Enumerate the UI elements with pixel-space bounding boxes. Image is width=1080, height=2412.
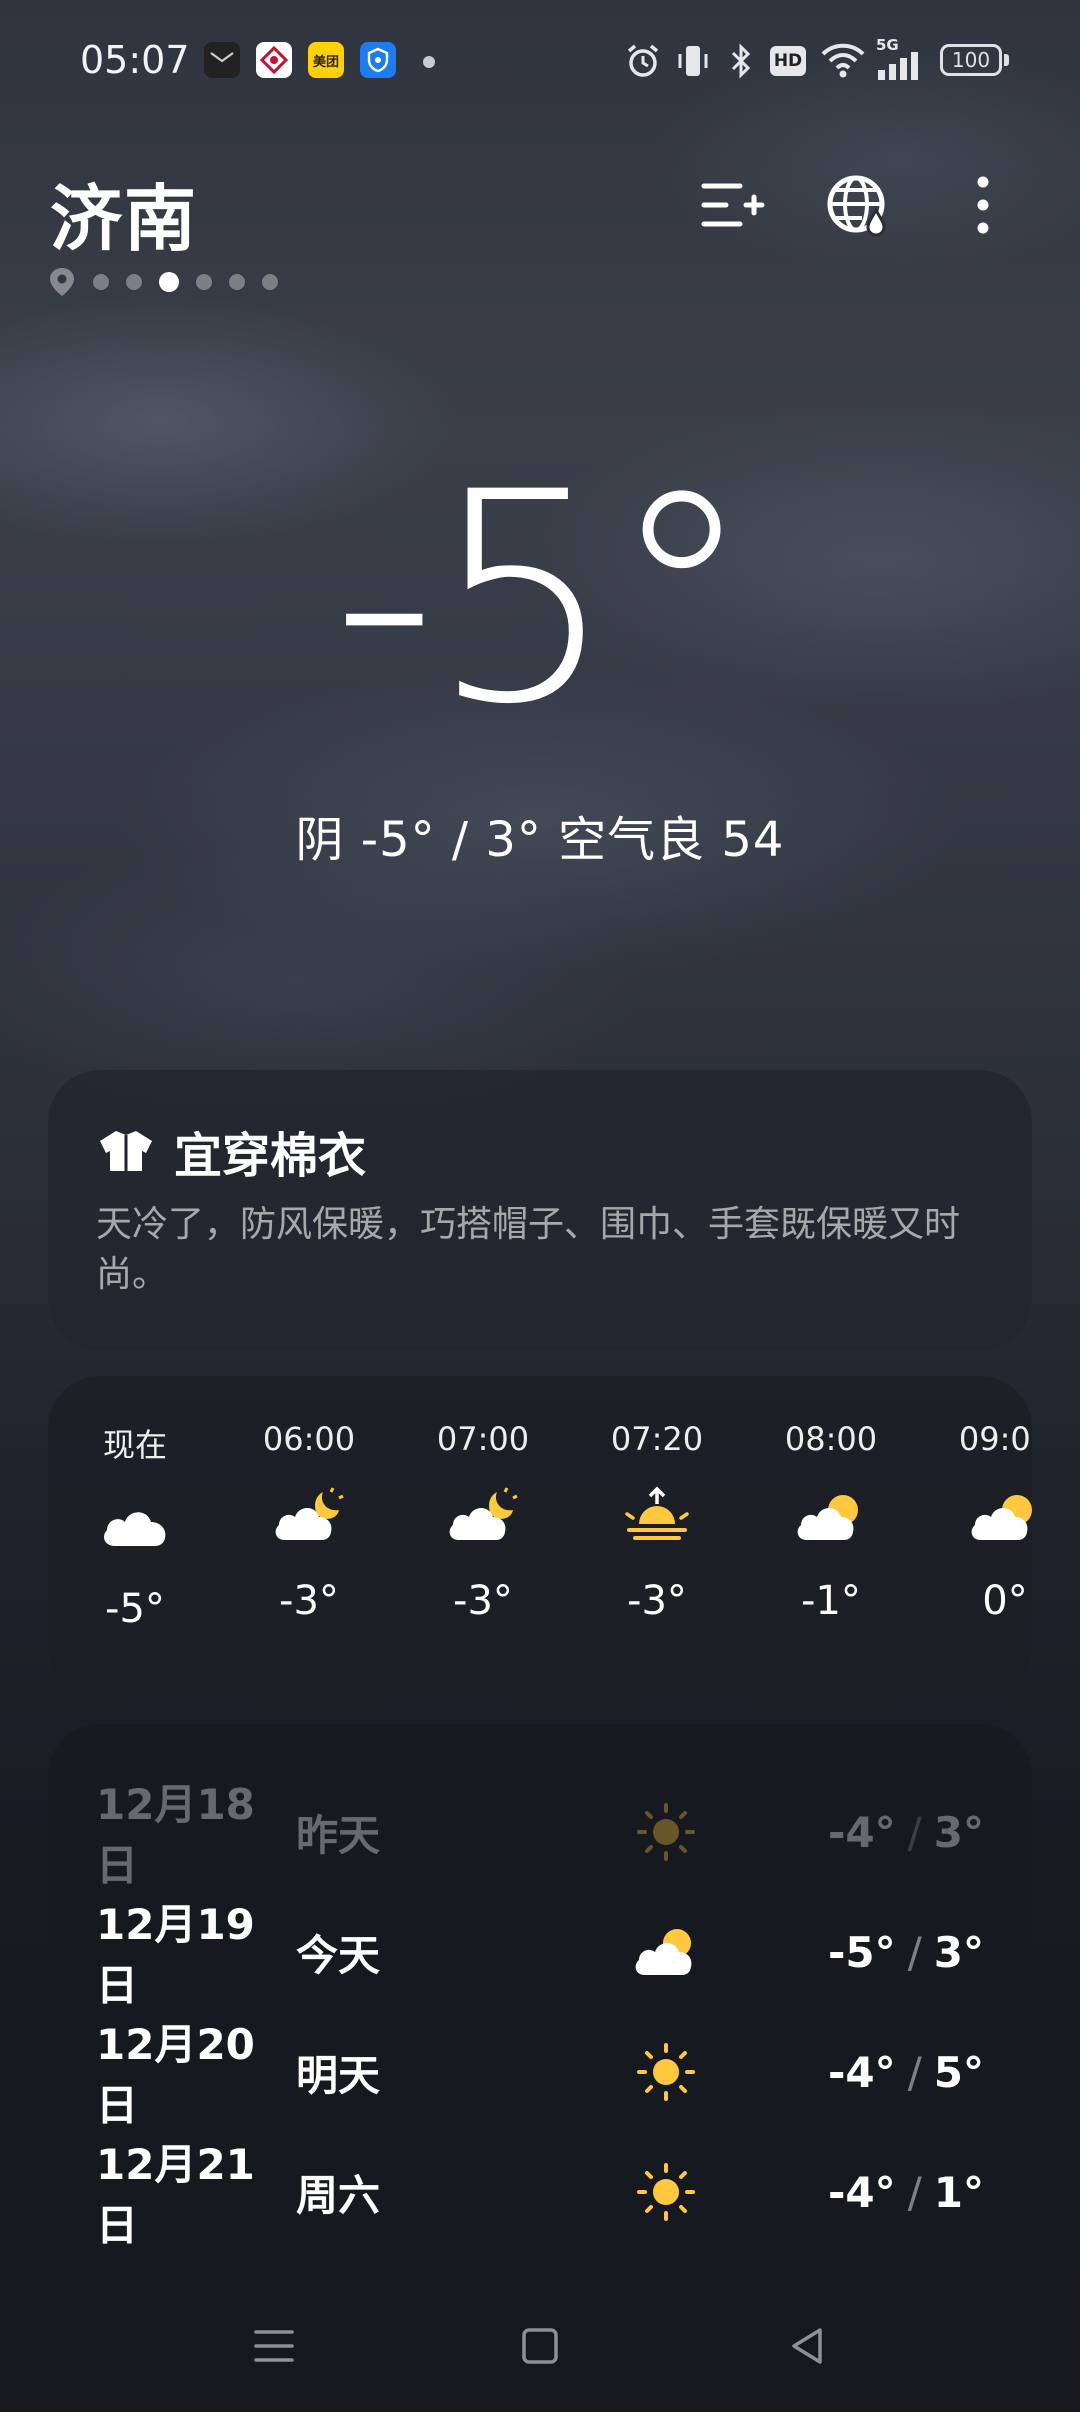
day-date: 12月19日 [96,1900,255,2010]
clothing-tip-card[interactable]: 宜穿棉衣 天冷了，防风保暖，巧搭帽子、围巾、手套既保暖又时尚。 [48,1070,1032,1350]
hour-temp: -5° [105,1586,165,1632]
hour-time: 现在 [102,1426,167,1464]
mail-icon [204,42,240,78]
city-name[interactable]: 济南 [50,160,198,265]
5g-signal-icon [878,52,918,80]
day-low: -4° [827,1807,896,1857]
day-high: 1° [933,2167,984,2217]
day-name: 周六 [296,2170,381,2220]
range-separator: / [907,2047,922,2097]
hour-time: 09:00 [958,1420,1032,1458]
meituan-icon: 美团 [308,42,344,78]
hourly-item: 08:00 -1° [756,1420,906,1624]
partly-cloudy-icon [971,1495,1032,1540]
day-name: 昨天 [296,1810,381,1860]
battery-tip [1004,54,1009,66]
partly-cloudy-icon [635,1929,692,1975]
cloudy-icon [103,1512,166,1546]
daily-row-yesterday[interactable]: 12月18日 昨天 -4°/3° [96,1780,984,1890]
hourly-item: 07:00 -3° [408,1420,558,1624]
day-low: -4° [827,2167,896,2217]
page-dot-active [159,272,179,292]
page-dot [262,274,278,290]
range-separator: / [907,1927,922,1977]
home-icon[interactable] [516,2322,564,2370]
hour-temp: -3° [279,1578,339,1624]
hour-time: 07:20 [610,1420,704,1458]
hour-temp: 0° [982,1578,1028,1624]
day-high: 3° [933,1807,984,1857]
sunny-icon [637,2043,695,2101]
hour-time: 06:00 [262,1420,356,1458]
bank-icon [256,42,292,78]
tip-body: 天冷了，防风保暖，巧搭帽子、围巾、手套既保暖又时尚。 [96,1204,961,1295]
cloudy-night-icon [275,1487,344,1540]
location-pin-icon [50,268,74,296]
range-separator: / [907,2167,922,2217]
more-options-icon[interactable] [948,170,1018,240]
page-dot [93,274,109,290]
day-name: 明天 [296,2050,381,2100]
menu-icon[interactable] [250,2322,298,2370]
day-temp-range: -4°/3° [828,1808,984,1857]
tip-title-row: 宜穿棉衣 [96,1116,366,1186]
hour-temp: -3° [453,1578,513,1624]
battery-icon: 100 [940,44,1002,76]
sunrise-icon [625,1486,689,1540]
day-high: 3° [933,1927,984,1977]
hourly-forecast-card[interactable]: 现在 -5° 06:00 -3° 07:00 -3° 07:20 -3° 08:… [48,1376,1032,1698]
hourly-item: 09:00 0° [930,1420,1032,1624]
page-dot [229,274,245,290]
day-high: 5° [933,2047,984,2097]
jacket-icon [100,1131,152,1171]
sunny-icon [637,1803,695,1861]
day-temp-range: -5°/3° [828,1928,984,1977]
bluetooth-icon [731,43,751,79]
back-icon[interactable] [784,2322,832,2370]
tip-title: 宜穿棉衣 [174,1128,367,1184]
hourly-item: 07:20 -3° [582,1420,732,1624]
daily-forecast-card[interactable]: 12月18日 昨天 -4°/3° 12月19日 今天 -5°/3° 12月20日… [48,1724,1032,2284]
more-notifications-dot [423,56,435,68]
hour-time: 08:00 [784,1420,878,1458]
globe-weather-icon[interactable] [822,170,892,240]
day-low: -5° [827,1927,896,1977]
day-temp-range: -4°/5° [828,2048,984,2097]
shield-icon [360,42,396,78]
hour-time: 07:00 [436,1420,530,1458]
day-date: 12月21日 [96,2140,255,2250]
cloudy-night-icon [449,1487,518,1540]
daily-row-saturday[interactable]: 12月21日 周六 -4°/1° [96,2140,984,2250]
page-dot [126,274,142,290]
page-dot [196,274,212,290]
day-date: 12月20日 [96,2020,255,2130]
range-separator: / [907,1807,922,1857]
weather-summary: 阴 -5° / 3° 空气良 54 [295,812,785,868]
vibrate-icon [678,46,708,76]
hour-temp: -1° [801,1578,861,1624]
hourly-item: 现在 -5° [60,1420,210,1632]
city-page-indicator[interactable] [48,266,278,298]
sunny-icon [637,2163,695,2221]
add-city-icon[interactable] [696,170,766,240]
partly-cloudy-icon [797,1495,858,1540]
day-name: 今天 [296,1930,381,1980]
hd-icon: HD [770,46,806,76]
daily-row-tomorrow[interactable]: 12月20日 明天 -4°/5° [96,2020,984,2130]
alarm-icon [627,44,659,77]
day-date: 12月18日 [96,1780,255,1890]
hourly-item: 06:00 -3° [234,1420,384,1624]
day-temp-range: -4°/1° [828,2168,984,2217]
hour-temp: -3° [627,1578,687,1624]
wifi-icon [821,43,865,78]
day-low: -4° [827,2047,896,2097]
status-time: 05:07 [80,38,190,82]
current-temperature: -5° [331,431,754,768]
daily-row-today[interactable]: 12月19日 今天 -5°/3° [96,1900,984,2010]
